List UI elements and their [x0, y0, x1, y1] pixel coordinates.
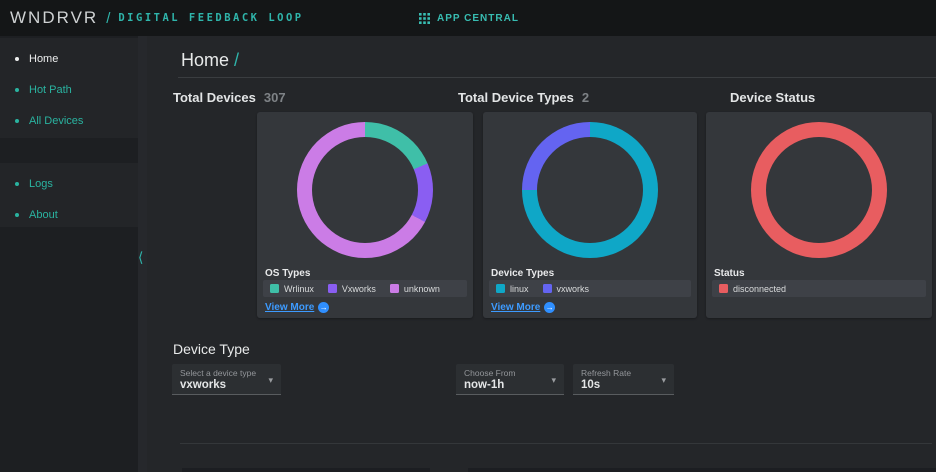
bottom-panel-left	[182, 468, 430, 472]
legend-strip: Wrlinux Vxworks unknown	[263, 280, 467, 297]
header-value: 307	[264, 90, 286, 105]
bullet-icon	[15, 182, 19, 186]
legend-item: unknown	[390, 284, 440, 294]
legend-strip: disconnected	[712, 280, 926, 297]
divider	[180, 443, 932, 444]
arrow-circle-icon: →	[318, 302, 329, 313]
product-name: DIGITAL FEEDBACK LOOP	[118, 12, 303, 24]
sidebar-item-home[interactable]: Home	[0, 43, 138, 74]
legend-label: vxworks	[557, 284, 590, 294]
sidebar-item-label: All Devices	[29, 115, 83, 127]
breadcrumb-separator: /	[234, 50, 239, 70]
select-value: now-1h	[464, 379, 556, 391]
total-device-types-header: Total Device Types 2	[458, 90, 589, 105]
bullet-icon	[15, 119, 19, 123]
bottom-panel-right	[468, 468, 936, 472]
page-title-text: Home	[181, 50, 229, 70]
legend-item: disconnected	[719, 284, 786, 294]
legend-swatch-icon	[719, 284, 728, 293]
app-central-label: APP CENTRAL	[437, 13, 519, 24]
legend-item: linux	[496, 284, 529, 294]
legend-title: OS Types	[265, 268, 310, 279]
chevron-down-icon: ▾	[661, 375, 666, 386]
collapse-sidebar-icon[interactable]: ⟨	[138, 250, 143, 264]
device-types-donut-chart	[522, 122, 658, 258]
page-title: Home/	[181, 50, 239, 71]
select-label: Refresh Rate	[581, 368, 666, 378]
main-content: Home/ Total Devices 307 Total Device Type…	[147, 36, 936, 472]
legend-swatch-icon	[328, 284, 337, 293]
sidebar-group-secondary: Logs About	[0, 163, 138, 227]
device-status-donut-chart	[751, 122, 887, 258]
view-more-label: View More	[491, 302, 540, 313]
legend-swatch-icon	[543, 284, 552, 293]
select-value: vxworks	[180, 379, 273, 391]
os-types-donut-chart	[297, 122, 433, 258]
chevron-down-icon: ▾	[268, 375, 273, 386]
device-type-heading: Device Type	[173, 341, 250, 357]
header-label: Device Status	[730, 90, 815, 105]
select-value: 10s	[581, 379, 666, 391]
sidebar-group-main: Home Hot Path All Devices	[0, 38, 138, 138]
legend-swatch-icon	[496, 284, 505, 293]
legend-title: Device Types	[491, 268, 554, 279]
sidebar-item-label: Hot Path	[29, 84, 72, 96]
sidebar-item-label: About	[29, 209, 58, 221]
header-label: Total Devices	[173, 90, 256, 105]
brand-separator: /	[106, 10, 110, 27]
legend-item: Vxworks	[328, 284, 376, 294]
device-type-select[interactable]: Select a device type vxworks ▾	[172, 364, 281, 395]
legend-item: vxworks	[543, 284, 590, 294]
view-more-label: View More	[265, 302, 314, 313]
device-status-card: Status disconnected →	[706, 112, 932, 318]
legend-label: unknown	[404, 284, 440, 294]
choose-from-select[interactable]: Choose From now-1h ▾	[456, 364, 564, 395]
legend-label: disconnected	[733, 284, 786, 294]
top-bar: WNDRVR / DIGITAL FEEDBACK LOOP APP CENTR…	[0, 0, 936, 36]
divider	[178, 77, 936, 78]
legend-item: Wrlinux	[270, 284, 314, 294]
sidebar-nav: Home Hot Path All Devices Logs About	[0, 36, 138, 472]
header-label: Total Device Types	[458, 90, 574, 105]
sidebar-item-label: Logs	[29, 178, 53, 190]
legend-label: Wrlinux	[284, 284, 314, 294]
os-types-card: OS Types Wrlinux Vxworks unknown View More…	[257, 112, 473, 318]
total-devices-header: Total Devices 307	[173, 90, 286, 105]
legend-title: Status	[714, 268, 745, 279]
refresh-rate-select[interactable]: Refresh Rate 10s ▾	[573, 364, 674, 395]
bullet-icon	[15, 213, 19, 217]
sidebar-item-logs[interactable]: Logs	[0, 168, 138, 199]
select-label: Select a device type	[180, 368, 273, 378]
sidebar-item-label: Home	[29, 53, 58, 65]
sidebar-item-hot-path[interactable]: Hot Path	[0, 74, 138, 105]
device-status-header: Device Status	[730, 90, 823, 105]
sidebar-collapse-rail: ⟨	[138, 36, 147, 472]
brand-name: WNDRVR	[10, 8, 98, 28]
app-central-button[interactable]: APP CENTRAL	[419, 0, 519, 36]
device-types-card: Device Types linux vxworks View More →	[483, 112, 697, 318]
legend-strip: linux vxworks	[489, 280, 691, 297]
header-value: 2	[582, 90, 589, 105]
brand-logo[interactable]: WNDRVR / DIGITAL FEEDBACK LOOP	[0, 8, 304, 28]
legend-swatch-icon	[390, 284, 399, 293]
legend-label: linux	[510, 284, 529, 294]
select-label: Choose From	[464, 368, 556, 378]
sidebar-item-about[interactable]: About	[0, 199, 138, 230]
app-grid-icon	[419, 13, 430, 24]
arrow-circle-icon: →	[544, 302, 555, 313]
bullet-icon	[15, 88, 19, 92]
view-more-link[interactable]: View More →	[491, 302, 555, 313]
chevron-down-icon: ▾	[551, 375, 556, 386]
view-more-link[interactable]: View More →	[265, 302, 329, 313]
legend-swatch-icon	[270, 284, 279, 293]
bullet-icon	[15, 57, 19, 61]
legend-label: Vxworks	[342, 284, 376, 294]
sidebar-item-all-devices[interactable]: All Devices	[0, 105, 138, 136]
